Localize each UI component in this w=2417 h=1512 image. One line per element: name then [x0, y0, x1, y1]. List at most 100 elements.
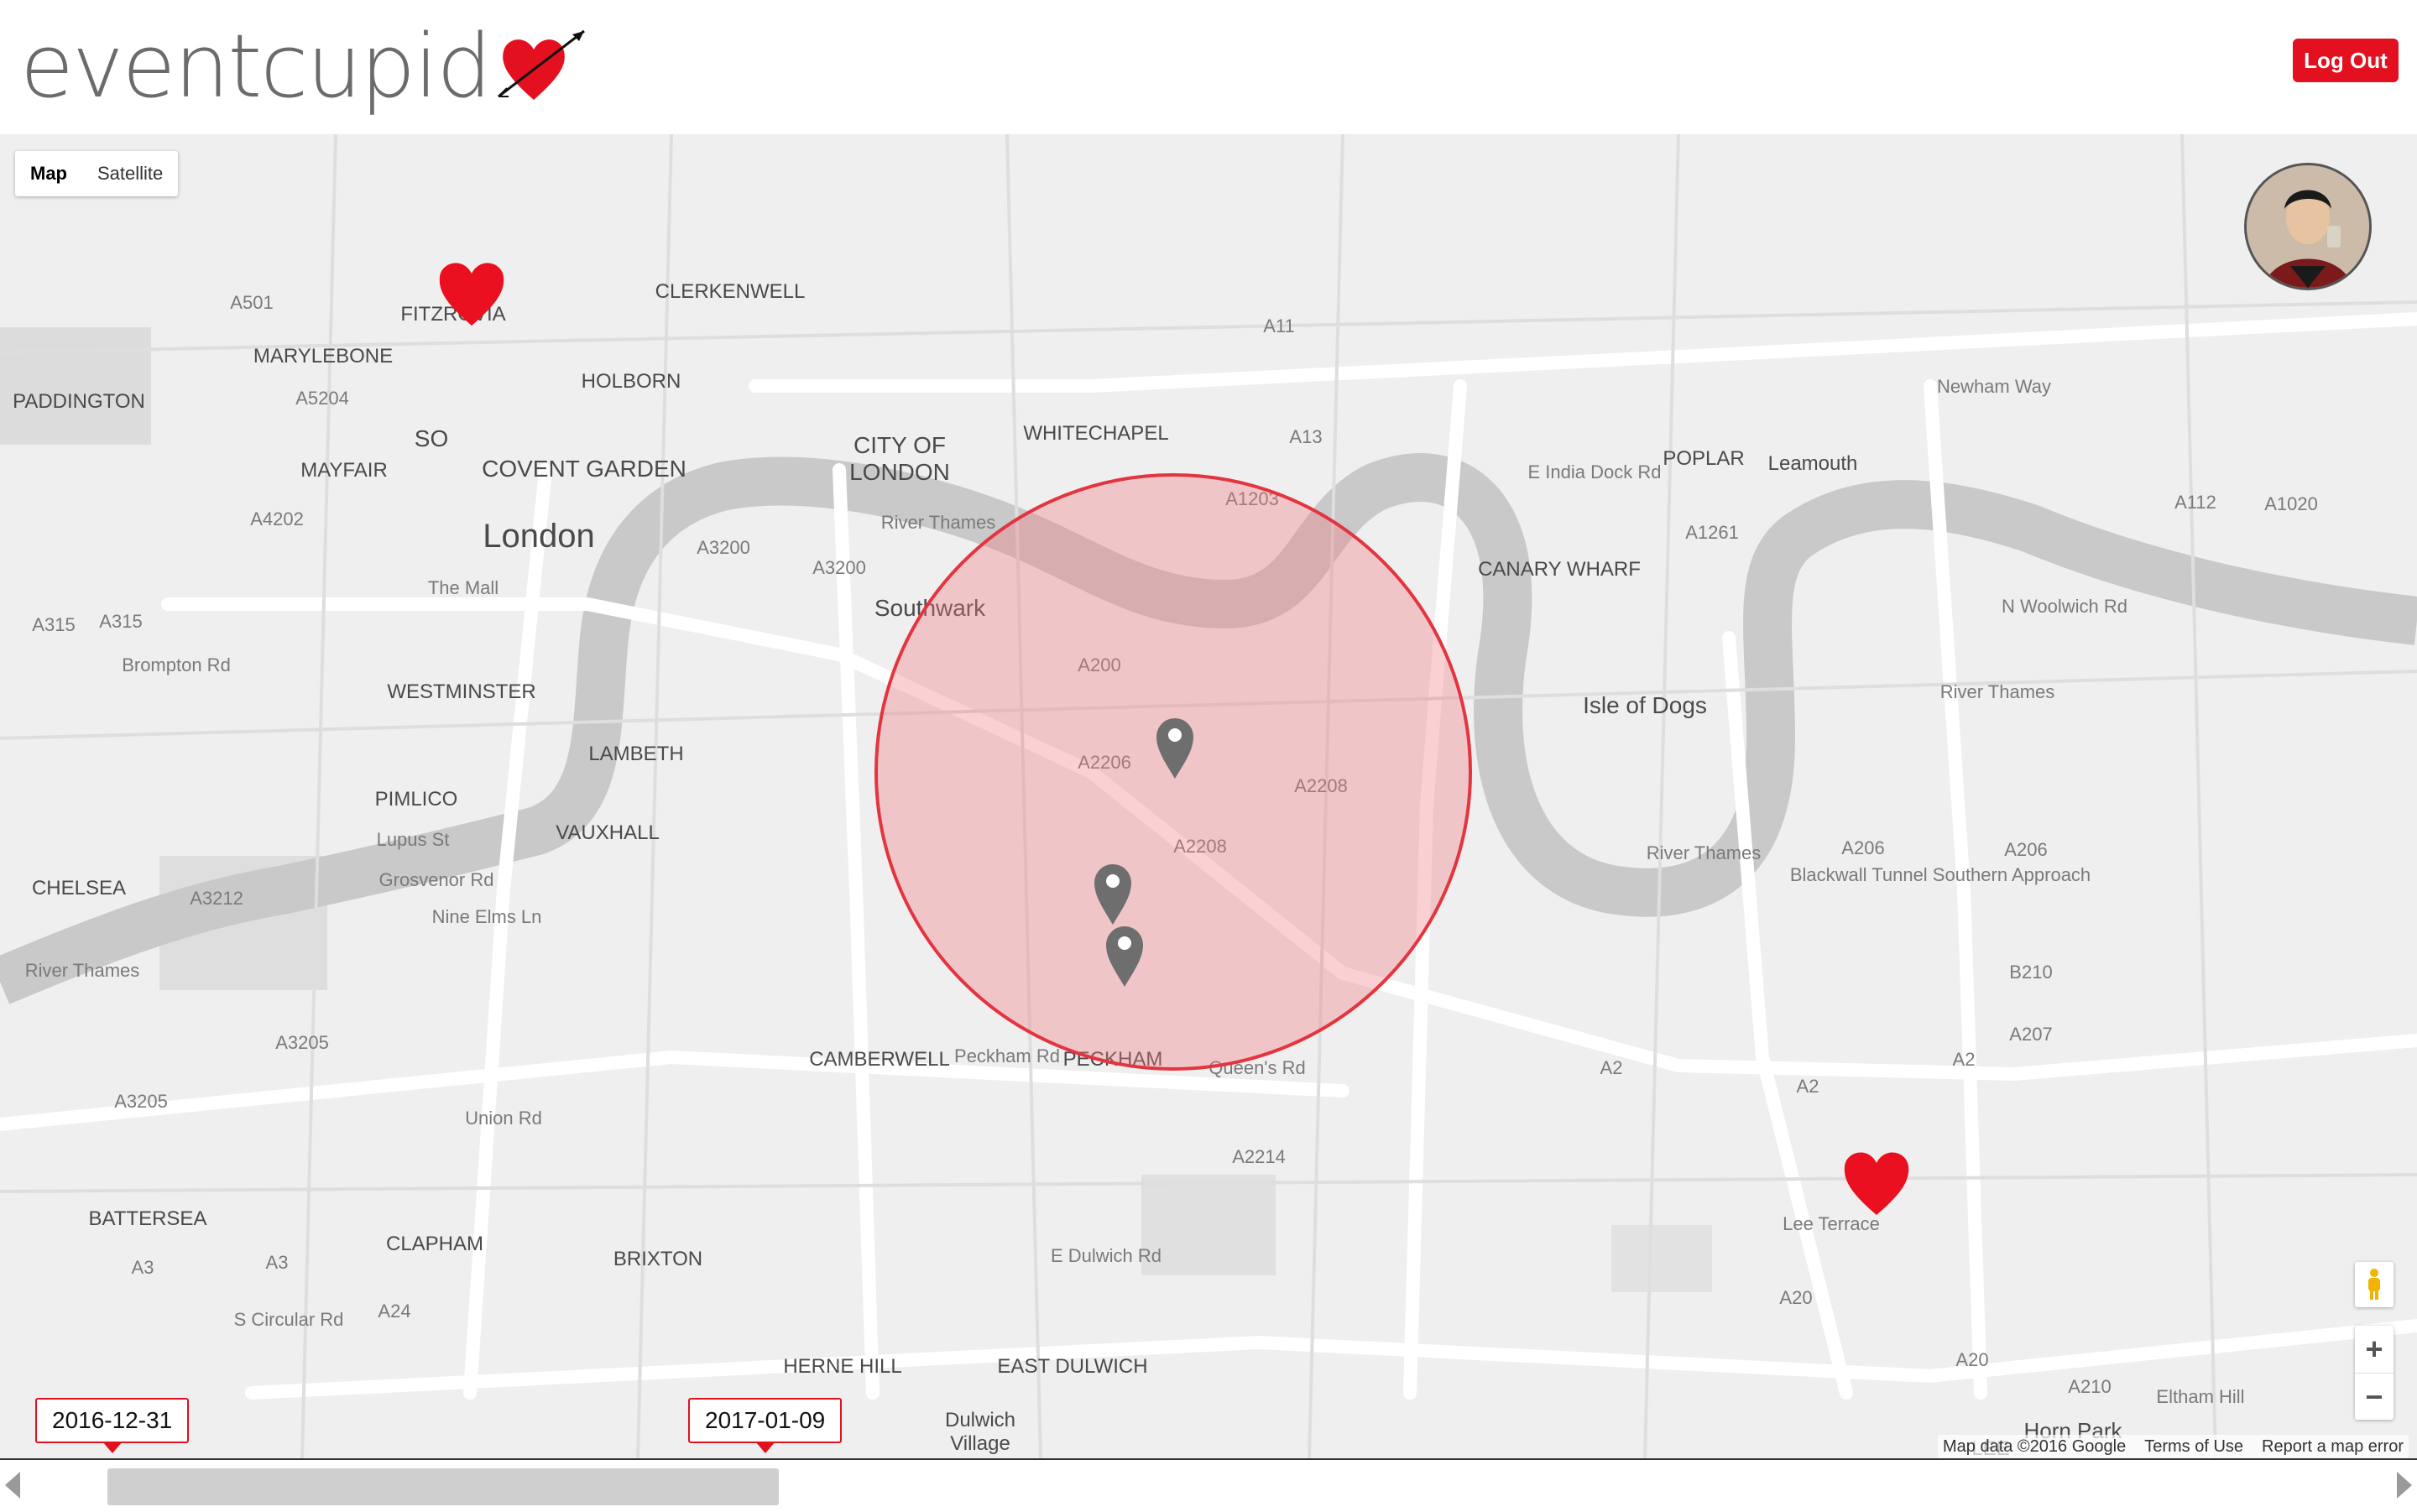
map-area-label: BRIXTON [613, 1248, 702, 1270]
heart-marker-icon[interactable] [1844, 1152, 1909, 1215]
map-road-label: A112 [2174, 492, 2216, 513]
map-area-label: LONDON [849, 459, 950, 485]
timeline-range-thumb[interactable] [107, 1468, 779, 1505]
map-road-label: A3205 [114, 1091, 168, 1112]
map-area-label: WHITECHAPEL [1023, 422, 1168, 445]
map-road-label: Lupus St [377, 829, 450, 850]
app-header: eventcupid Log Out [0, 0, 2417, 134]
zoom-out-button[interactable]: − [2355, 1374, 2394, 1421]
map-road-label: A20 [1779, 1287, 1812, 1308]
map-road-label: A11 [1263, 315, 1295, 336]
map-area-label: SO [415, 425, 448, 451]
timeline-end-date[interactable]: 2017-01-09 [688, 1398, 843, 1453]
map-area-label: Isle of Dogs [1583, 692, 1707, 718]
map-area-label: MARYLEBONE [253, 345, 393, 368]
map-base-layer[interactable]: CLERKENWELLFITZROVIAMARYLEBONEHOLBORNPAD… [0, 134, 2417, 1458]
map-area-label: Leamouth [1768, 452, 1858, 475]
map-area-label: CHELSEA [32, 877, 126, 899]
map-road-label: Nine Elms Ln [432, 906, 542, 927]
map-area-label: VAUXHALL [556, 821, 660, 844]
heart-arrow-icon [498, 29, 586, 100]
map-road-label: Newham Way [1937, 376, 2051, 397]
map-attribution: Map data ©2016 Google Terms of Use Repor… [1937, 1435, 2409, 1458]
map-type-map-button[interactable]: Map [15, 151, 82, 196]
map-road-label: A3212 [190, 888, 243, 909]
map-area-label: MAYFAIR [300, 459, 388, 482]
map-road-label: Union Rd [465, 1108, 542, 1129]
map-road-label: A206 [1841, 837, 1884, 858]
map-road-label: A3 [266, 1252, 289, 1273]
map-road-label: A2 [1953, 1049, 1976, 1070]
map-area-label: EAST DULWICH [997, 1355, 1147, 1378]
map-area-label: COVENT GARDEN [482, 456, 686, 482]
map-road-label: A4202 [250, 508, 304, 529]
map-area-label: CLAPHAM [386, 1233, 483, 1255]
map-road-label: Blackwall Tunnel Southern Approach [1790, 864, 2091, 885]
map-road-label: B210 [2009, 962, 2052, 983]
map-road-label: A210 [2068, 1376, 2111, 1397]
map-road-label: Peckham Rd [954, 1045, 1060, 1066]
zoom-in-button[interactable]: + [2355, 1326, 2394, 1373]
map-area-label: CANARY WHARF [1478, 558, 1641, 581]
terms-of-use-link[interactable]: Terms of Use [2144, 1437, 2243, 1457]
map-area-label: Dulwich [945, 1409, 1015, 1431]
map-road-label: E India Dock Rd [1528, 461, 1662, 482]
map-data-credit: Map data ©2016 Google [1942, 1436, 2127, 1456]
map-road-label: A2 [1600, 1057, 1623, 1078]
report-map-error-link[interactable]: Report a map error [2262, 1437, 2404, 1457]
timeline-start-date[interactable]: 2016-12-31 [35, 1398, 190, 1453]
eventcupid-logo[interactable]: eventcupid [20, 12, 591, 121]
zoom-control: + − [2355, 1326, 2394, 1420]
map-area-label: BATTERSEA [89, 1207, 207, 1230]
map-area-label: London [483, 518, 594, 555]
user-portrait-icon [2247, 165, 2369, 288]
map-area-label: CLERKENWELL [655, 280, 806, 303]
map-road-label: A3200 [697, 537, 750, 558]
map-area-label: LAMBETH [588, 743, 683, 765]
map-road-label: Brompton Rd [122, 654, 231, 675]
map-road-label: Grosvenor Rd [379, 869, 494, 890]
map-area-label: PADDINGTON [13, 390, 145, 413]
start-date-label: 2016-12-31 [52, 1407, 173, 1433]
map-road-label: Lee Terrace [1783, 1213, 1880, 1234]
map-area-label: CITY OF [854, 432, 946, 458]
end-date-label: 2017-01-09 [705, 1407, 826, 1433]
map-road-label: A2 [1797, 1076, 1819, 1097]
map-area-label: POPLAR [1663, 447, 1744, 470]
date-range-timeline[interactable] [0, 1458, 2417, 1512]
map-road-label: A315 [32, 614, 75, 635]
map-area-label: Village [950, 1432, 1010, 1455]
map-water-label: River Thames [1940, 681, 2055, 702]
map-area-label: HOLBORN [582, 370, 681, 393]
map-road-label: A206 [2004, 839, 2047, 860]
map-road-label: A20 [1955, 1349, 1988, 1370]
timeline-track[interactable] [17, 1468, 2400, 1505]
timeline-scroll-right-icon[interactable] [2397, 1472, 2412, 1499]
map-area-label: CAMBERWELL [809, 1048, 950, 1071]
map-road-label: Eltham Hill [2156, 1386, 2244, 1407]
map-type-satellite-button[interactable]: Satellite [82, 151, 178, 196]
start-date-pointer-icon [102, 1442, 123, 1453]
map-area-label: HERNE HILL [783, 1355, 901, 1378]
map-road-label: A207 [2009, 1024, 2052, 1045]
logout-button[interactable]: Log Out [2293, 39, 2399, 82]
user-avatar[interactable] [2244, 163, 2372, 290]
map-road-label: A3200 [812, 557, 866, 578]
map-road-label: A501 [230, 292, 273, 313]
street-view-pegman-icon[interactable] [2355, 1262, 2394, 1307]
map-water-label: River Thames [881, 512, 996, 533]
map-area-label: WESTMINSTER [387, 680, 535, 703]
map-road-label: S Circular Rd [234, 1309, 344, 1330]
map-area-label: PIMLICO [375, 788, 458, 811]
map-road-label: A1020 [2264, 493, 2318, 514]
map-road-label: The Mall [428, 577, 499, 598]
end-date-pointer-icon [754, 1442, 775, 1453]
map-road-label: A315 [99, 611, 142, 632]
map-water-label: River Thames [1647, 842, 1762, 863]
logo-text: eventcupid [20, 15, 492, 117]
map-road-label: A5204 [295, 388, 349, 409]
map-road-label: A3 [132, 1257, 154, 1278]
map-canvas[interactable]: CLERKENWELL FITZROVIA MARYLEBONE HOLBORN PAD… [0, 134, 2417, 1458]
map-road-label: N Woolwich Rd [2002, 596, 2127, 617]
map-road-label: A24 [378, 1301, 410, 1322]
